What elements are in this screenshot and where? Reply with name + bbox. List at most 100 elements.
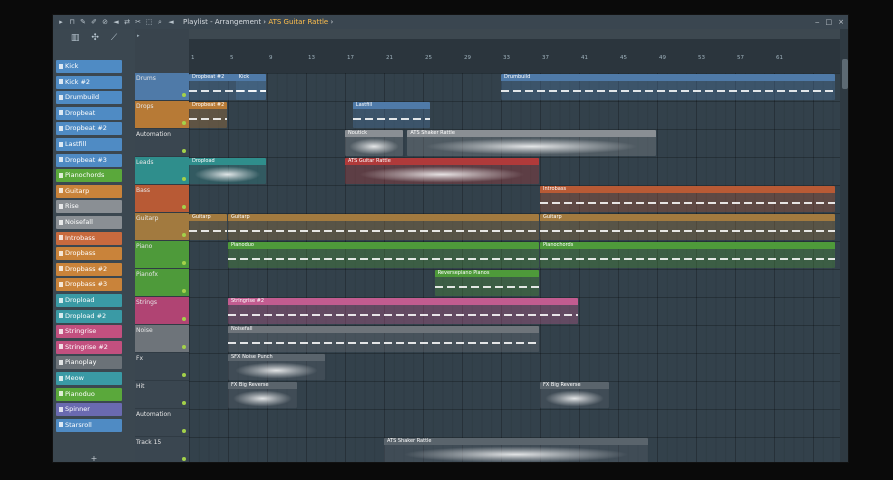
close-button[interactable]: × xyxy=(838,18,844,26)
playlist-clip[interactable]: ATS Shaker Rattle xyxy=(384,438,649,462)
scrollbar-thumb[interactable] xyxy=(842,59,848,89)
playlist-clip[interactable]: Pianochords xyxy=(540,242,836,268)
track-enable-led[interactable] xyxy=(182,205,186,209)
arrangement-area[interactable]: 1 5 9 13 17 21 25 29 33 37 41 45 49 53 57 61 Dropbeat #… xyxy=(189,29,840,462)
playlist-clip[interactable]: Introbass xyxy=(540,186,836,212)
playlist-clip[interactable]: Pianoduo xyxy=(228,242,539,268)
pattern-item[interactable]: Dropbeat xyxy=(56,106,122,120)
vertical-scrollbar[interactable] xyxy=(840,29,848,462)
track-header[interactable]: Pianofx xyxy=(135,269,189,296)
track-enable-led[interactable] xyxy=(182,93,186,97)
track-header[interactable]: Automation xyxy=(135,129,189,156)
pattern-item[interactable]: Dropbass xyxy=(56,247,122,261)
track-header[interactable]: Piano xyxy=(135,241,189,268)
playlist-clip[interactable]: ATS Guitar Rattle xyxy=(345,158,539,184)
playlist-clip[interactable]: FX Big Reverse xyxy=(540,382,610,408)
playlist-clip[interactable]: Reversepiano Pianos xyxy=(434,270,539,296)
track-enable-led[interactable] xyxy=(182,177,186,181)
track-header[interactable]: Guitarp xyxy=(135,213,189,240)
track-enable-led[interactable] xyxy=(182,373,186,377)
add-pattern-button[interactable]: + xyxy=(53,454,135,462)
track-enable-led[interactable] xyxy=(182,121,186,125)
select-tool-icon[interactable]: ⬚ xyxy=(145,18,153,26)
track-enable-led[interactable] xyxy=(182,233,186,237)
pattern-item[interactable]: Dropbass #3 xyxy=(56,278,122,292)
track-header[interactable]: Track 15 xyxy=(135,437,189,462)
playlist-clip[interactable]: Dropload xyxy=(189,158,266,184)
current-pattern[interactable]: ATS Guitar Rattle xyxy=(268,18,328,26)
track-header[interactable]: Leads xyxy=(135,157,189,184)
pattern-item[interactable]: Stringrise #2 xyxy=(56,340,122,354)
track-header[interactable]: Drums xyxy=(135,73,189,100)
track-header[interactable]: Automation xyxy=(135,409,189,436)
pattern-item[interactable]: Lastfill xyxy=(56,138,122,151)
playlist-clip[interactable]: Noutick xyxy=(345,130,403,156)
playlist-clip[interactable]: FX Big Reverse xyxy=(228,382,298,408)
minimize-button[interactable]: ‒ xyxy=(815,18,819,26)
track-header[interactable]: Drops xyxy=(135,101,189,128)
audio-icon[interactable]: ✣ xyxy=(91,33,99,43)
mute-tool-icon[interactable]: ◄ xyxy=(112,18,120,26)
arrow-right-icon[interactable]: ▸ xyxy=(137,33,140,39)
pattern-item[interactable]: Starsroll xyxy=(56,418,122,432)
track-enable-led[interactable] xyxy=(182,317,186,321)
track-enable-led[interactable] xyxy=(182,429,186,433)
playlist-clip[interactable]: Drumbuild xyxy=(501,74,836,100)
track-header[interactable]: Strings xyxy=(135,297,189,324)
pattern-item[interactable]: Meow xyxy=(56,372,122,385)
slip-tool-icon[interactable]: ⇄ xyxy=(123,18,131,26)
track-enable-led[interactable] xyxy=(182,261,186,265)
pattern-item[interactable]: Spinner xyxy=(56,403,122,417)
playlist-clip[interactable]: Kick xyxy=(235,74,266,100)
track-enable-led[interactable] xyxy=(182,289,186,293)
timeline-ruler[interactable]: 1 5 9 13 17 21 25 29 33 37 41 45 49 53 57 61 xyxy=(189,29,840,73)
draw-tool-icon[interactable]: ✎ xyxy=(79,18,87,26)
pattern-item[interactable]: Introbass xyxy=(56,231,122,245)
track-enable-led[interactable] xyxy=(182,457,186,461)
track-header[interactable]: Bass xyxy=(135,185,189,212)
pattern-item[interactable]: Stringrise xyxy=(56,325,122,339)
pattern-item[interactable]: Dropbeat #2 xyxy=(56,122,122,136)
pattern-item[interactable]: Pianoduo xyxy=(56,387,122,401)
pattern-item[interactable]: Rise xyxy=(56,200,122,214)
pattern-item[interactable]: Dropload xyxy=(56,294,122,307)
track-header[interactable]: Fx xyxy=(135,353,189,380)
delete-tool-icon[interactable]: ⊘ xyxy=(101,18,109,26)
pattern-item[interactable]: Guitarp xyxy=(56,184,122,198)
track-header[interactable]: Noise xyxy=(135,325,189,352)
track-enable-led[interactable] xyxy=(182,401,186,405)
track-enable-led[interactable] xyxy=(182,149,186,153)
playlist-clip[interactable]: Noisefall xyxy=(228,326,539,352)
playlist-clip[interactable]: Dropbeat #2 xyxy=(189,102,227,128)
playlist-clip[interactable]: SFX Noise Punch xyxy=(228,354,325,380)
playlist-clip[interactable]: Guitarp xyxy=(540,214,836,240)
horizontal-scrollbar[interactable] xyxy=(189,29,840,39)
pattern-item[interactable]: Kick #2 xyxy=(56,75,122,89)
pattern-item[interactable]: Noisefall xyxy=(56,216,122,229)
menu-arrow-icon[interactable]: ▸ xyxy=(57,18,65,26)
playlist-clip[interactable]: Guitarp xyxy=(189,214,227,240)
clip-label: Dropbeat #2 xyxy=(189,102,227,109)
pattern-item[interactable]: Pianochords xyxy=(56,169,122,183)
pattern-item[interactable]: Dropbeat #3 xyxy=(56,153,122,167)
playlist-clip[interactable]: Guitarp xyxy=(228,214,539,240)
maximize-button[interactable]: □ xyxy=(826,18,833,26)
pattern-item[interactable]: Kick xyxy=(56,60,122,73)
automation-icon[interactable]: ⟋ xyxy=(111,33,117,43)
zoom-tool-icon[interactable]: ⌕ xyxy=(156,18,164,26)
piano-icon[interactable]: ▥ xyxy=(71,33,80,43)
paint-tool-icon[interactable]: ✐ xyxy=(90,18,98,26)
playback-tool-icon[interactable]: ◄ xyxy=(167,18,175,26)
pattern-item[interactable]: Drumbuild xyxy=(56,91,122,105)
clip-label: FX Big Reverse xyxy=(228,382,298,389)
track-enable-led[interactable] xyxy=(182,345,186,349)
playlist-clip[interactable]: Lastfill xyxy=(352,102,430,128)
snap-magnet-icon[interactable]: ⊓ xyxy=(68,18,76,26)
playlist-clip[interactable]: ATS Shaker Rattle xyxy=(407,130,656,156)
pattern-item[interactable]: Dropload #2 xyxy=(56,309,122,323)
pattern-item[interactable]: Pianoplay xyxy=(56,356,122,370)
slice-tool-icon[interactable]: ✂ xyxy=(134,18,142,26)
pattern-item[interactable]: Dropbass #2 xyxy=(56,262,122,276)
track-header[interactable]: Hit xyxy=(135,381,189,408)
playlist-clip[interactable]: Stringrise #2 xyxy=(228,298,578,324)
